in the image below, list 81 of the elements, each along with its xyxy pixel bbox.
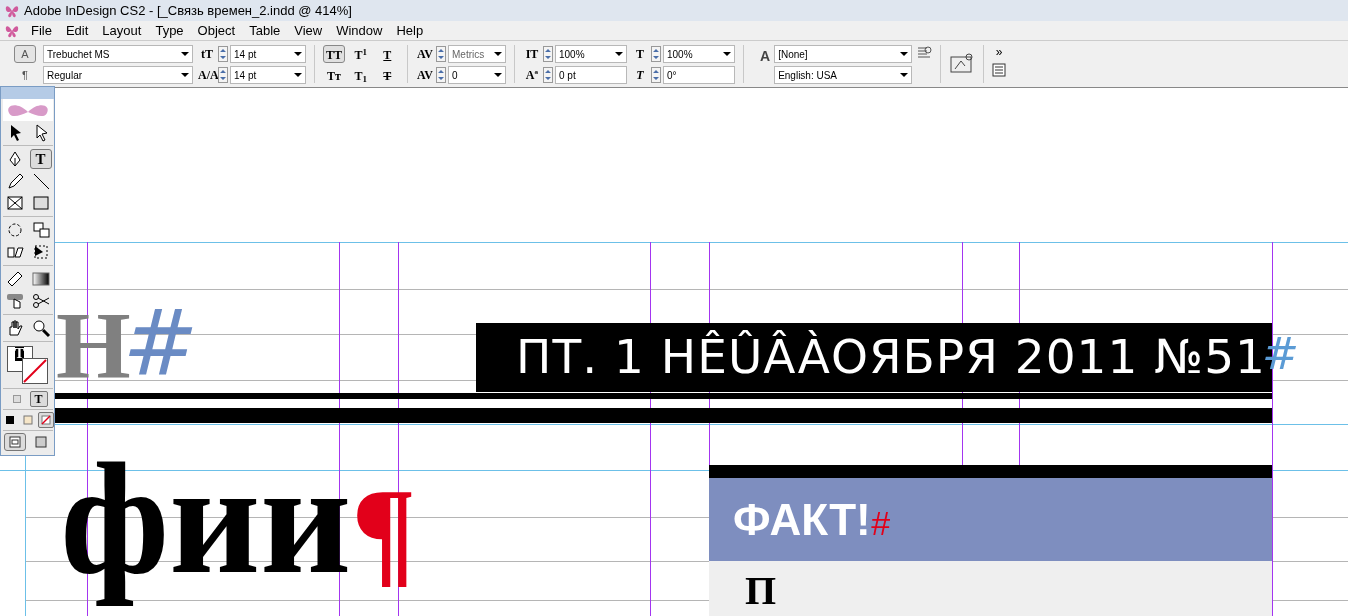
caret-icon[interactable] [181,52,189,56]
dateline-text: ПТ. 1 НÊÛÂÀОЯБРЯ 2011 №51 [516,328,1266,387]
scissors-icon [30,291,51,311]
view-icon [34,436,47,448]
spinner-icon[interactable] [651,46,661,62]
swatch-icon [4,415,15,425]
character-style-dropdown[interactable]: [None] [774,45,913,63]
caret-icon[interactable] [723,52,731,56]
pointing-hand-icon [4,291,25,311]
spinner-icon[interactable] [436,46,446,62]
type-style-button[interactable]: TT [323,45,345,63]
caret-icon[interactable] [494,73,502,77]
spinner-icon[interactable] [218,67,228,83]
field-icon: IT [523,45,541,63]
field-icon: T [631,45,649,63]
font-family-dropdown[interactable]: Trebuchet MS [43,45,193,63]
font-size-field[interactable]: 14 pt [230,45,306,63]
character-style-icon: A [760,46,771,67]
panel-menu-icon[interactable] [992,63,1007,77]
caret-icon[interactable] [900,73,909,77]
list-icon[interactable] [916,45,933,61]
vertical-scale-field[interactable]: 100% [555,45,627,63]
type-style-button[interactable]: T [376,45,399,63]
field-icon: AV [416,45,434,63]
more-button[interactable]: » [995,45,1003,59]
rectangle-icon [30,193,51,213]
spinner-icon[interactable] [543,67,553,83]
menu-item[interactable]: Edit [58,20,96,41]
view-icon [8,436,21,448]
swatch-icon [40,415,51,425]
swatch-icon [22,415,33,425]
field-icon: A/A [198,66,216,84]
gradient-icon [30,269,51,289]
spinner-icon[interactable] [436,67,446,83]
type-style-button[interactable]: Tт [323,66,345,84]
caret-icon[interactable] [294,73,302,77]
field-icon: tT [198,45,216,63]
menu-item[interactable]: File [24,20,59,41]
caret-icon[interactable] [615,52,623,56]
type-style-button[interactable]: T [376,66,399,84]
scale-icon [30,220,51,240]
spinner-icon[interactable] [651,67,661,83]
font-style-dropdown[interactable]: Regular [43,66,193,84]
spinner-icon[interactable] [543,46,553,62]
menu-item[interactable]: Layout [95,20,149,41]
zoom-icon [30,318,51,338]
menu-item[interactable]: Window [329,20,390,41]
normal-view-button[interactable] [3,433,26,451]
tracking-dropdown[interactable]: 0 [448,66,506,84]
menu-item[interactable]: Type [148,20,191,41]
type-style-button[interactable]: T$_{1}$ [349,66,372,84]
menu-item[interactable]: View [287,20,330,41]
type-tool-button[interactable]: T [29,149,52,169]
menu-item[interactable]: Help [389,20,431,41]
menu-item[interactable]: Table [242,20,288,41]
folder-icon[interactable] [949,51,976,75]
horizontal-scale-field[interactable]: 100% [663,45,735,63]
type-style-button[interactable]: T$^{1}$ [349,45,372,63]
leading-field[interactable]: 14 pt [230,66,306,84]
caret-icon[interactable] [294,52,302,56]
stroke-none-swatch[interactable] [21,358,48,384]
baseline-shift-field[interactable]: 0 pt [555,66,627,84]
field-icon: Aª [523,66,541,84]
paragraph-mode-button[interactable]: ¶ [14,66,36,84]
fact-body-text: П [745,569,778,613]
language-dropdown[interactable]: English: USA [774,66,913,84]
crossed-frame-icon [4,193,25,213]
field-icon: T [631,66,649,84]
formatting-text-button[interactable]: T [29,391,48,407]
window-title: Adobe InDesign CS2 - [_Связь времен_2.indd @ 414%] [24,1,352,20]
caret-icon[interactable] [900,52,909,56]
spinner-icon[interactable] [218,46,228,62]
field-icon: AV [416,66,434,84]
character-mode-button[interactable]: A [14,45,36,63]
hidden-character-mark: # [870,503,890,544]
apply-none-button[interactable] [37,412,54,428]
fact-title: ФАКТ! [733,493,871,546]
skew-field[interactable]: 0° [663,66,735,84]
caret-icon[interactable] [181,73,189,77]
gradient-tool-button[interactable] [29,269,52,289]
menu-item[interactable]: Object [190,20,243,41]
